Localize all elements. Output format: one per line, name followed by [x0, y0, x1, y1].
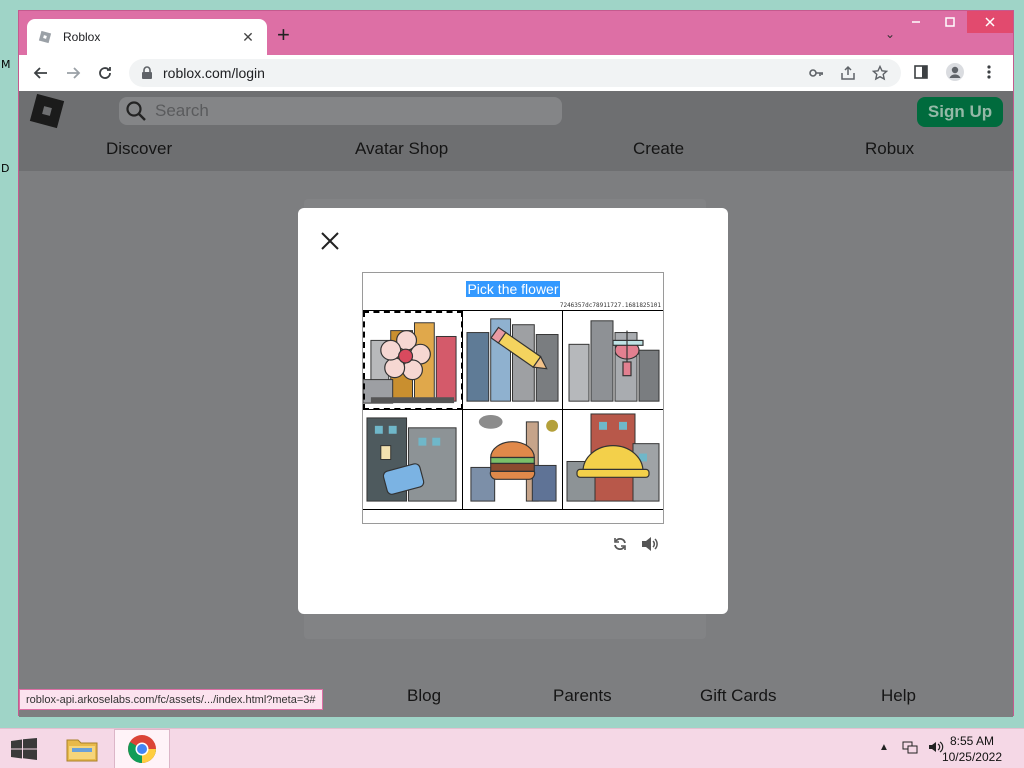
clock-time: 8:55 AM: [949, 734, 994, 748]
roblox-page: Search Sign Up Discover Avatar Shop Crea…: [19, 91, 1013, 717]
chrome-icon[interactable]: [114, 729, 170, 768]
close-icon[interactable]: [319, 230, 341, 252]
back-icon[interactable]: [25, 59, 57, 87]
clock-date: 10/25/2022: [941, 750, 1002, 764]
tab-search-chevron-icon[interactable]: ⌄: [885, 27, 895, 41]
footer-gift-cards[interactable]: Gift Cards: [700, 686, 777, 706]
browser-toolbar: roblox.com/login: [19, 55, 1013, 91]
captcha-prompt: Pick the flower: [363, 281, 663, 299]
title-bar: Roblox ✕ + ⌄: [19, 11, 1013, 55]
tray-chevron-up-icon[interactable]: ▲: [876, 739, 892, 755]
system-tray: ▲: [876, 739, 944, 755]
captcha-challenge: Pick the flower 7246357dc78911727.168182…: [362, 272, 664, 524]
new-tab-button[interactable]: +: [277, 23, 290, 47]
maximize-icon[interactable]: [933, 11, 967, 33]
footer-blog[interactable]: Blog: [407, 686, 441, 706]
captcha-modal: Pick the flower 7246357dc78911727.168182…: [298, 208, 728, 614]
reload-icon[interactable]: [89, 59, 121, 87]
captcha-grid: [363, 310, 663, 510]
windows-start-icon[interactable]: [10, 738, 38, 760]
side-panel-icon[interactable]: [911, 61, 931, 83]
audio-icon[interactable]: [640, 534, 660, 554]
taskbar: ▲ 8:55 AM 10/25/2022: [0, 728, 1024, 768]
bookmark-star-icon[interactable]: [871, 64, 889, 82]
roblox-search-input[interactable]: Search: [119, 97, 562, 125]
roblox-nav: Discover Avatar Shop Create Robux: [19, 139, 1013, 165]
captcha-tile-toaster[interactable]: [363, 410, 463, 509]
browser-window: Roblox ✕ + ⌄ roblox.com/login Search Sig…: [18, 10, 1014, 717]
roblox-favicon-icon: [37, 29, 53, 45]
desktop-icon-label: D: [1, 162, 10, 175]
roblox-logo-icon[interactable]: [29, 93, 65, 129]
link-status-bubble: roblox-api.arkoselabs.com/fc/assets/.../…: [19, 689, 323, 710]
captcha-tile-airplane[interactable]: [563, 311, 663, 410]
nav-robux[interactable]: Robux: [865, 139, 914, 159]
captcha-tile-hardhat[interactable]: [563, 410, 663, 509]
nav-avatar-shop[interactable]: Avatar Shop: [355, 139, 448, 159]
search-placeholder: Search: [155, 101, 209, 120]
window-close-icon[interactable]: [967, 11, 1013, 33]
tab-close-icon[interactable]: ✕: [239, 29, 257, 46]
captcha-tile-burger[interactable]: [463, 410, 563, 509]
clock[interactable]: 8:55 AM 10/25/2022: [942, 733, 1002, 765]
refresh-icon[interactable]: [610, 534, 630, 554]
minimize-icon[interactable]: [899, 11, 933, 33]
share-icon[interactable]: [839, 64, 857, 82]
footer-parents[interactable]: Parents: [553, 686, 612, 706]
profile-avatar-icon[interactable]: [945, 61, 965, 83]
kebab-menu-icon[interactable]: [979, 61, 999, 83]
address-bar[interactable]: roblox.com/login: [129, 59, 901, 87]
footer-help[interactable]: Help: [881, 686, 916, 706]
nav-discover[interactable]: Discover: [106, 139, 172, 159]
desktop-icon-label: M: [1, 58, 11, 71]
captcha-prompt-text: Pick the flower: [466, 281, 560, 297]
captcha-tile-pencil[interactable]: [463, 311, 563, 410]
captcha-controls: [610, 534, 660, 554]
sign-up-button[interactable]: Sign Up: [917, 97, 1003, 127]
url-text: roblox.com/login: [163, 65, 265, 81]
browser-tab[interactable]: Roblox ✕: [27, 19, 267, 55]
nav-create[interactable]: Create: [633, 139, 684, 159]
key-icon[interactable]: [807, 64, 825, 82]
network-icon[interactable]: [902, 739, 918, 755]
captcha-tile-flower[interactable]: [363, 311, 463, 410]
lock-icon: [142, 66, 152, 79]
file-explorer-icon[interactable]: [54, 729, 110, 768]
search-icon: [126, 101, 146, 121]
tab-title: Roblox: [63, 30, 101, 44]
forward-icon[interactable]: [57, 59, 89, 87]
captcha-challenge-id: 7246357dc78911727.1681825101: [559, 302, 661, 309]
roblox-header: Search Sign Up Discover Avatar Shop Crea…: [19, 91, 1013, 171]
